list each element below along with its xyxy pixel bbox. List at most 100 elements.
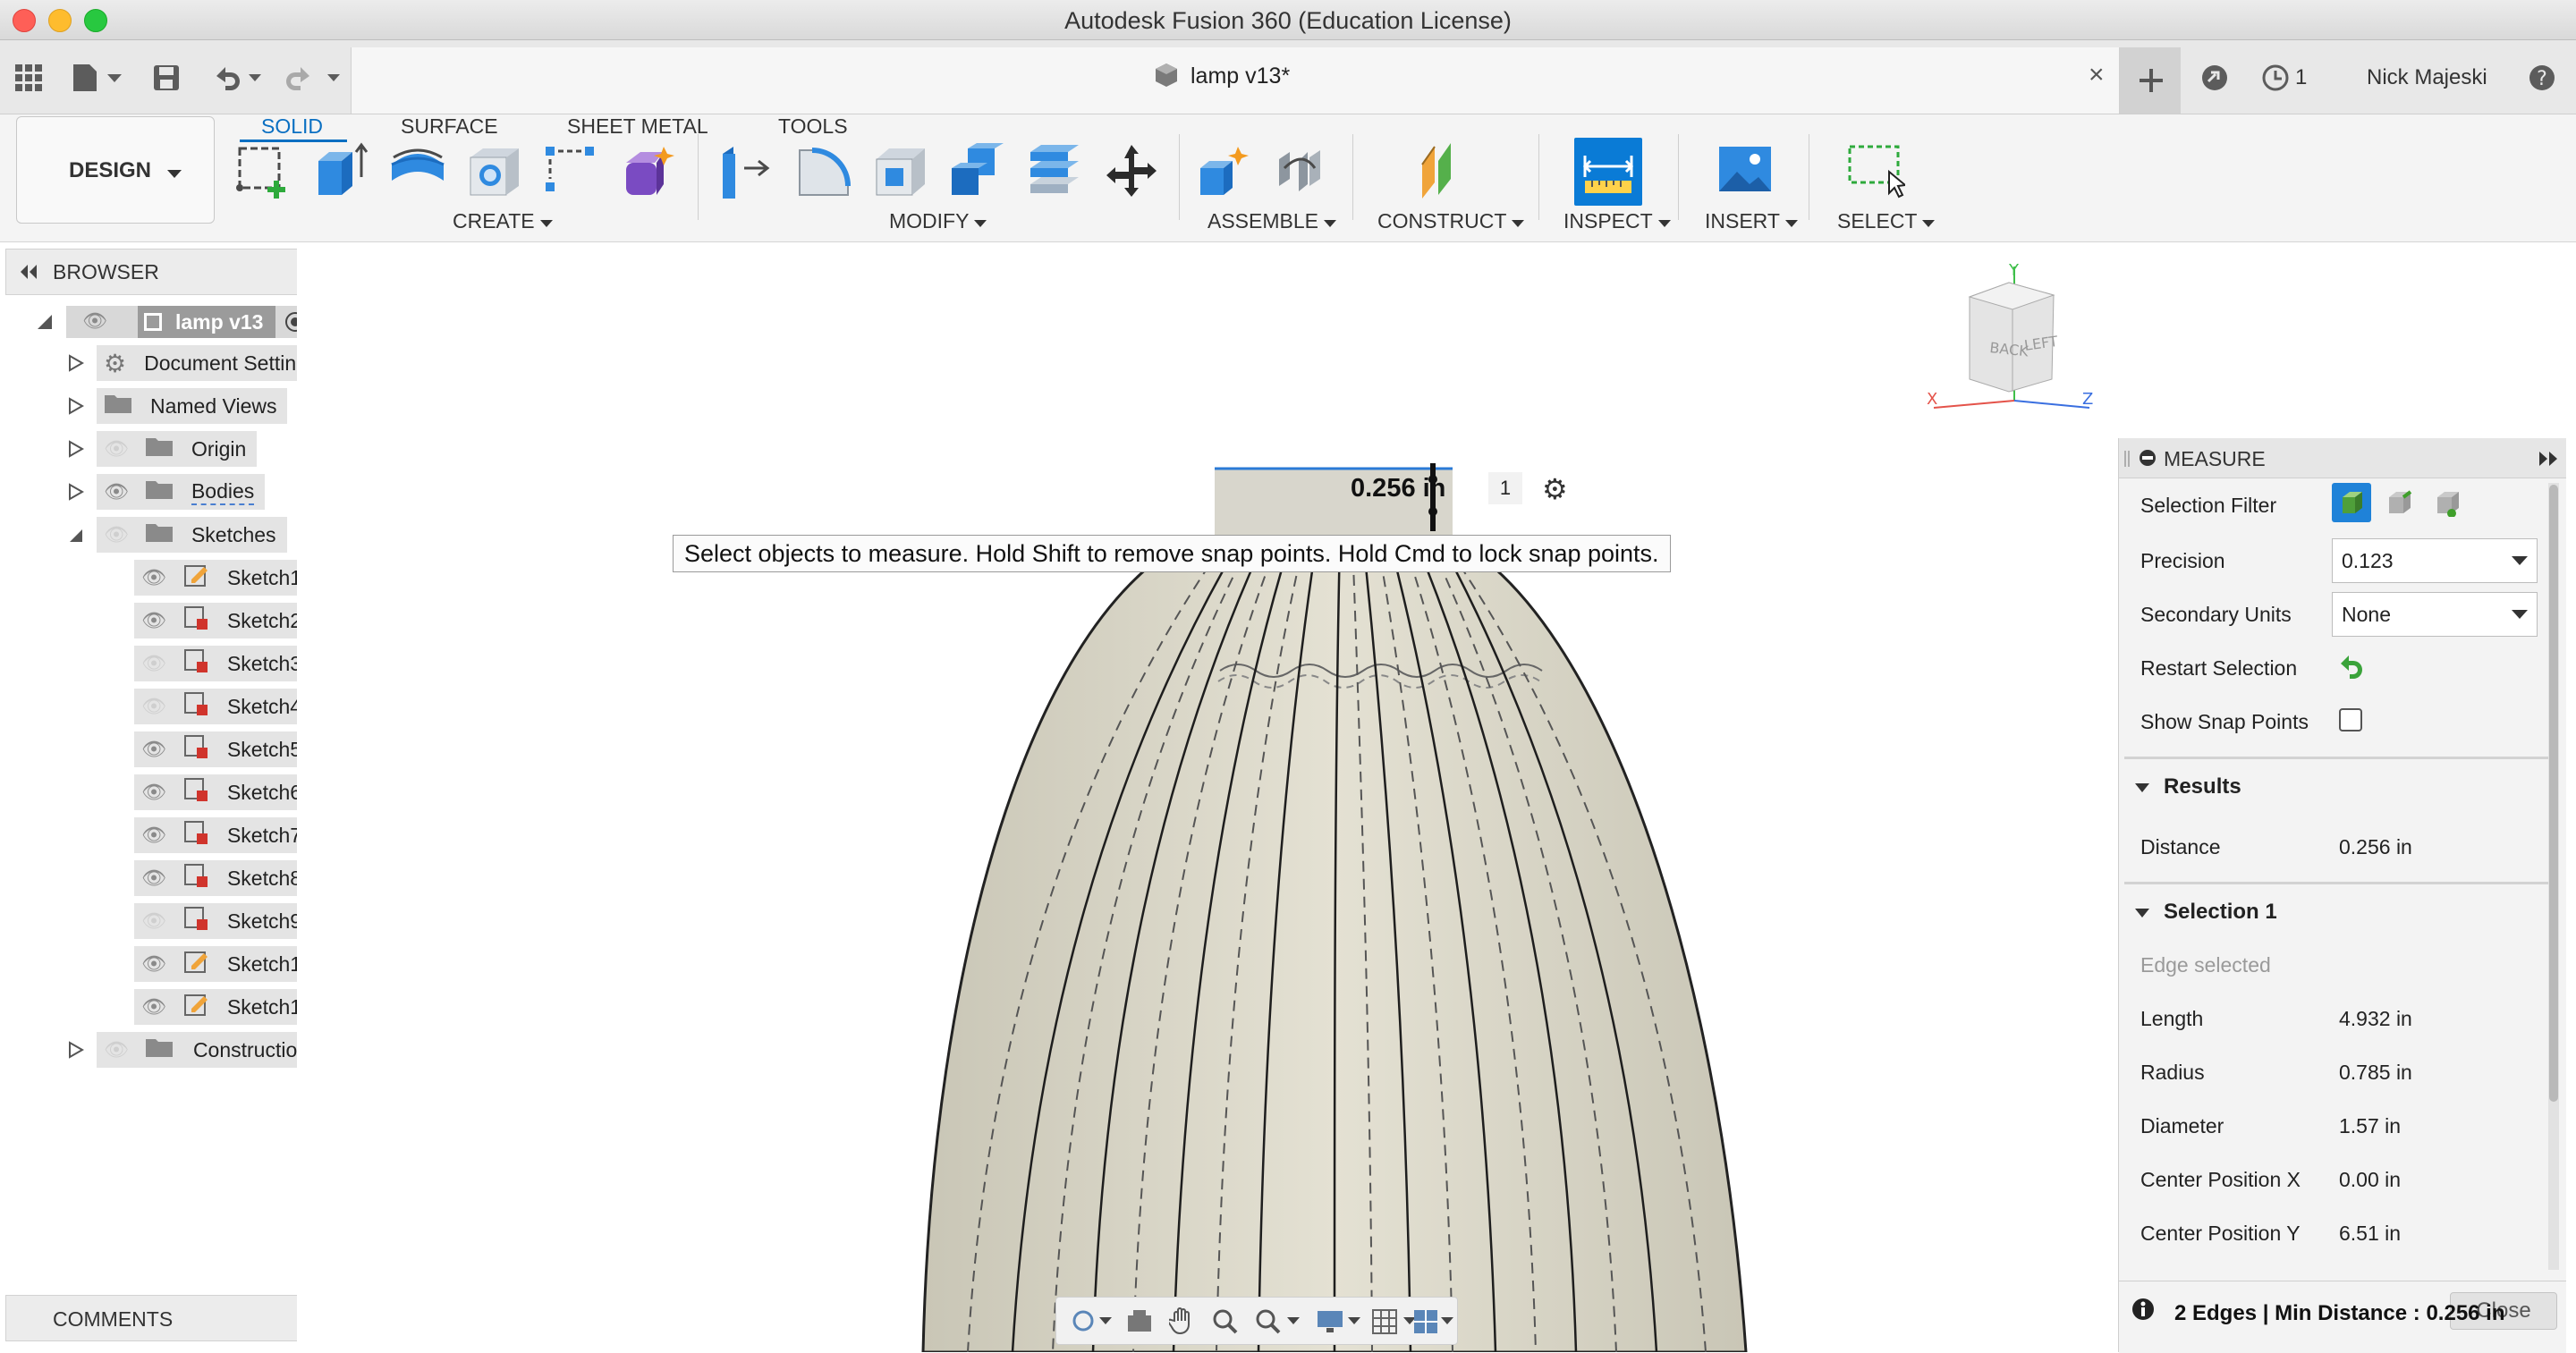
- visibility-eye-icon[interactable]: 👁: [141, 995, 166, 1019]
- browser-item-sketch4[interactable]: 👁 Sketch4: [134, 689, 315, 724]
- insert-image-icon[interactable]: [1716, 141, 1775, 200]
- hidden-eye-icon[interactable]: 👁: [141, 695, 166, 718]
- collapse-selection-icon[interactable]: [2135, 907, 2149, 923]
- browser-item-sketch1[interactable]: 👁 Sketch1: [134, 560, 315, 596]
- visibility-eye-icon[interactable]: 👁: [141, 566, 166, 589]
- browser-item-named-views[interactable]: Named Views: [68, 388, 288, 424]
- collapse-browser-icon[interactable]: [17, 260, 40, 288]
- browser-item-sketch2[interactable]: 👁 Sketch2: [134, 603, 315, 638]
- look-at-icon[interactable]: [1126, 1308, 1153, 1338]
- data-panel-grid-icon[interactable]: [14, 63, 43, 97]
- filter-vertex-icon[interactable]: [2434, 488, 2462, 521]
- browser-item-sketch5[interactable]: 👁 Sketch5: [134, 731, 315, 767]
- browser-item-sketch3[interactable]: 👁 Sketch3: [134, 646, 315, 681]
- tab-solid[interactable]: SOLID: [240, 104, 347, 142]
- inspect-menu[interactable]: INSPECT: [1563, 209, 1671, 233]
- fit-zoom-icon[interactable]: [1255, 1308, 1301, 1340]
- root-component-label[interactable]: lamp v13: [132, 306, 276, 338]
- extensions-icon[interactable]: [2200, 63, 2229, 97]
- tab-surface[interactable]: SURFACE: [401, 114, 498, 139]
- tab-sheet-metal[interactable]: SHEET METAL: [567, 114, 708, 139]
- browser-item-sketch11[interactable]: 👁 Sketch11: [134, 989, 325, 1025]
- measure-tool-button[interactable]: [1574, 138, 1642, 206]
- user-account[interactable]: Nick Majeski: [2367, 65, 2487, 90]
- browser-item-origin[interactable]: 👁 Origin: [68, 431, 258, 467]
- measure-dialog-header[interactable]: MEASURE: [2119, 438, 2566, 478]
- joint-icon[interactable]: [1272, 141, 1331, 200]
- save-icon[interactable]: [152, 63, 181, 97]
- visibility-eye-icon[interactable]: 👁: [141, 867, 166, 890]
- job-status-icon[interactable]: [2261, 63, 2290, 97]
- dialog-grip-icon[interactable]: [2124, 451, 2130, 471]
- display-settings-icon[interactable]: [1316, 1308, 1362, 1340]
- modify-menu[interactable]: MODIFY: [889, 209, 987, 233]
- document-tab[interactable]: lamp v13* ×: [351, 47, 2120, 114]
- select-menu[interactable]: SELECT: [1837, 209, 1936, 233]
- hidden-eye-icon[interactable]: 👁: [104, 523, 129, 546]
- measure-count-field[interactable]: 1: [1488, 472, 1522, 504]
- construct-menu[interactable]: CONSTRUCT: [1377, 209, 1525, 233]
- browser-item-sketch7[interactable]: 👁 Sketch7: [134, 817, 315, 853]
- move-copy-icon[interactable]: [1102, 141, 1161, 200]
- tab-tools[interactable]: TOOLS: [778, 114, 848, 139]
- shell-icon[interactable]: [871, 141, 930, 200]
- redo-icon[interactable]: [283, 63, 345, 97]
- hidden-eye-icon[interactable]: 👁: [104, 437, 129, 461]
- measure-settings-gear-icon[interactable]: ⚙: [1542, 472, 1568, 506]
- visibility-eye-icon[interactable]: 👁: [141, 738, 166, 761]
- assemble-menu[interactable]: ASSEMBLE: [1208, 209, 1337, 233]
- workspace-switcher[interactable]: DESIGN: [16, 116, 215, 224]
- browser-item-sketch6[interactable]: 👁 Sketch6: [134, 774, 315, 810]
- browser-item-sketches[interactable]: 👁 Sketches: [68, 517, 287, 553]
- visibility-eye-icon[interactable]: 👁: [141, 824, 166, 847]
- window-select-icon[interactable]: [1846, 141, 1908, 200]
- hidden-eye-icon[interactable]: 👁: [104, 1038, 129, 1061]
- combine-icon[interactable]: [948, 141, 1007, 200]
- restart-arrow-icon[interactable]: [2337, 653, 2366, 684]
- help-icon[interactable]: ?: [2528, 63, 2556, 97]
- new-component-icon[interactable]: [1195, 141, 1254, 200]
- viewports-icon[interactable]: [1414, 1308, 1455, 1340]
- browser-item-sketch9[interactable]: 👁 Sketch9: [134, 903, 315, 939]
- pan-hand-icon[interactable]: [1167, 1306, 1196, 1340]
- grid-settings-icon[interactable]: [1371, 1308, 1418, 1340]
- create-form-icon[interactable]: [619, 141, 678, 200]
- expand-dialog-icon[interactable]: [2539, 451, 2559, 471]
- lamp-shade-model[interactable]: [297, 243, 2114, 1352]
- press-pull-icon[interactable]: [717, 141, 776, 200]
- visibility-eye-icon[interactable]: 👁: [141, 781, 166, 804]
- visibility-eye-icon[interactable]: 👁: [82, 309, 107, 333]
- close-tab-icon[interactable]: ×: [2089, 60, 2105, 90]
- precision-select[interactable]: 0.123: [2332, 538, 2538, 583]
- visibility-eye-icon[interactable]: 👁: [141, 609, 166, 632]
- hidden-eye-icon[interactable]: 👁: [141, 652, 166, 675]
- visibility-eye-icon[interactable]: 👁: [104, 480, 129, 503]
- hidden-eye-icon[interactable]: 👁: [141, 909, 166, 933]
- browser-item-document-settings[interactable]: ⚙ Document Settings: [68, 345, 329, 381]
- hole-icon[interactable]: [465, 141, 524, 200]
- extrude-icon[interactable]: [311, 141, 370, 200]
- show-snap-points-checkbox[interactable]: [2339, 708, 2362, 731]
- file-menu-icon[interactable]: [72, 63, 125, 97]
- create-sketch-icon[interactable]: [234, 141, 293, 200]
- create-menu[interactable]: CREATE: [453, 209, 553, 233]
- browser-item-bodies[interactable]: 👁 Bodies: [68, 474, 266, 510]
- orbit-icon[interactable]: [1072, 1308, 1112, 1338]
- browser-item-sketch8[interactable]: 👁 Sketch8: [134, 860, 315, 896]
- fillet-icon[interactable]: [794, 141, 853, 200]
- visibility-eye-icon[interactable]: 👁: [141, 952, 166, 976]
- browser-root[interactable]: 👁 lamp v13: [36, 304, 318, 340]
- insert-menu[interactable]: INSERT: [1705, 209, 1798, 233]
- panel-scrollbar[interactable]: [2548, 483, 2559, 1270]
- undo-icon[interactable]: [213, 63, 267, 97]
- secondary-units-select[interactable]: None: [2332, 592, 2538, 637]
- filter-edge-icon[interactable]: [2385, 488, 2414, 521]
- offset-plane-icon[interactable]: [1415, 141, 1474, 200]
- canvas-viewport[interactable]: 0.256 in 1 ⚙ Select objects to measure. …: [297, 243, 2114, 1352]
- offset-face-icon[interactable]: [1025, 141, 1084, 200]
- revolve-icon[interactable]: [388, 141, 447, 200]
- filter-face-button[interactable]: [2332, 483, 2371, 522]
- view-cube-icon[interactable]: BACK LEFT Y X Z: [1925, 261, 2095, 413]
- collapse-results-icon[interactable]: [2135, 782, 2149, 798]
- pattern-icon[interactable]: [542, 141, 601, 200]
